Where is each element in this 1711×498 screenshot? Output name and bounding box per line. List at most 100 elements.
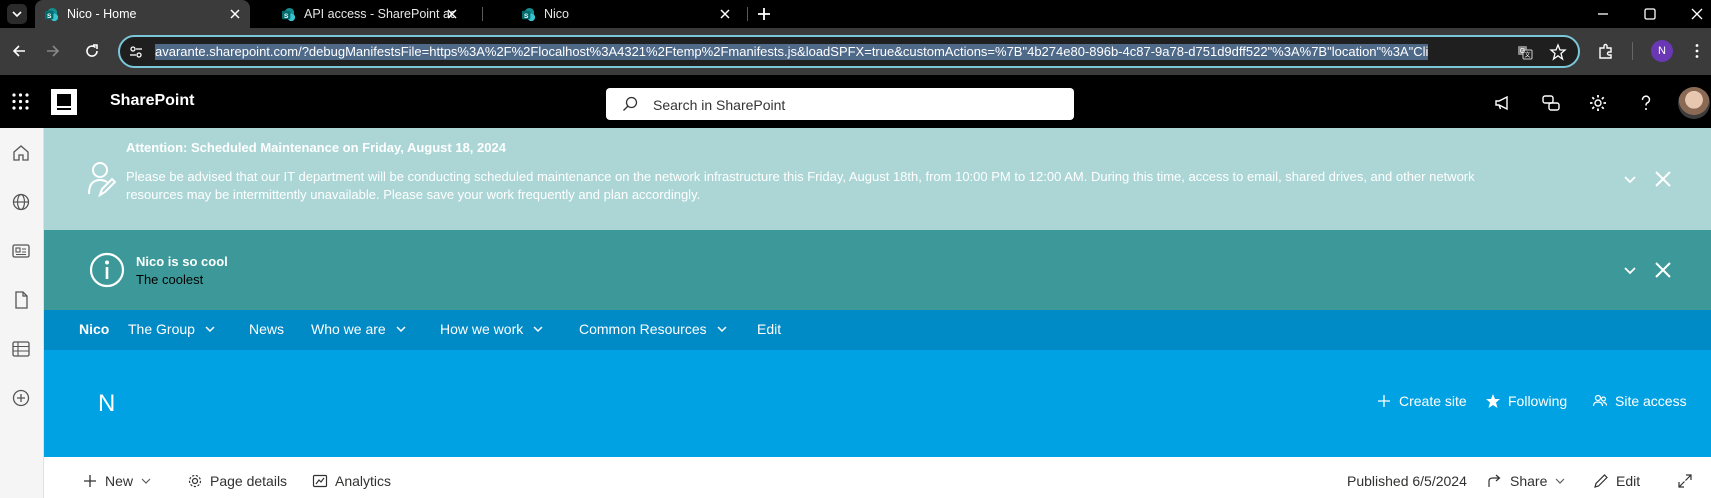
browser-tab-strip: S Nico - Home S API access - SharePoint … xyxy=(0,0,1711,28)
bookmark-star-icon[interactable] xyxy=(1549,43,1567,61)
analytics-label: Analytics xyxy=(335,473,392,489)
close-tab-icon[interactable] xyxy=(228,7,242,21)
plus-icon xyxy=(1378,395,1390,407)
tab-nico-home[interactable]: S Nico - Home xyxy=(35,0,250,28)
search-input[interactable]: Search in SharePoint xyxy=(606,88,1074,120)
address-bar[interactable]: avarante.sharepoint.com/?debugManifestsF… xyxy=(118,35,1580,68)
file-icon[interactable] xyxy=(11,290,31,310)
sharepoint-favicon-icon: S xyxy=(44,7,59,21)
svg-text:S: S xyxy=(47,12,52,19)
published-label: Published 6/5/2024 xyxy=(1347,473,1467,489)
published-status: Published 6/5/2024 xyxy=(1347,473,1467,489)
news-icon[interactable] xyxy=(11,241,31,261)
nav-item-news[interactable]: News xyxy=(249,321,284,337)
site-access-button[interactable]: Site access xyxy=(1592,393,1687,409)
nav-label: The Group xyxy=(128,321,195,337)
info-banner: Nico is so cool The coolest xyxy=(44,230,1711,310)
chevron-down-icon xyxy=(717,326,727,333)
nav-label: News xyxy=(249,321,285,337)
nav-label: Edit xyxy=(757,321,782,337)
following-label: Following xyxy=(1508,393,1568,409)
svg-text:S: S xyxy=(284,12,289,19)
people-icon xyxy=(1592,394,1608,407)
sharepoint-favicon-icon: S xyxy=(521,7,536,21)
dismiss-close-icon[interactable] xyxy=(1654,170,1672,188)
site-navigation: Nico The Group News Who we are How we wo… xyxy=(44,310,1711,350)
banner-message-line-2: resources may be intermittently unavaila… xyxy=(126,187,701,202)
conversations-icon[interactable] xyxy=(1541,93,1561,113)
site-title-link[interactable]: Nico xyxy=(79,321,109,337)
translate-icon[interactable]: G文 xyxy=(1516,43,1534,61)
tab-nico[interactable]: S Nico xyxy=(512,0,740,28)
close-tab-icon[interactable] xyxy=(718,7,732,21)
site-logo[interactable]: N xyxy=(98,390,115,418)
close-tab-icon[interactable] xyxy=(445,7,459,21)
nav-item-common-resources[interactable]: Common Resources xyxy=(579,321,728,337)
nav-item-who-we-are[interactable]: Who we are xyxy=(311,321,407,337)
sharepoint-logo-icon[interactable] xyxy=(51,89,77,115)
person-edit-icon xyxy=(88,162,116,198)
tab-title: Nico xyxy=(544,7,570,21)
chevron-down-icon xyxy=(141,478,151,484)
forward-arrow-icon[interactable] xyxy=(44,42,62,60)
megaphone-icon[interactable] xyxy=(1493,93,1513,113)
chevron-down-icon xyxy=(396,326,406,333)
svg-text:文: 文 xyxy=(1524,51,1530,59)
share-label: Share xyxy=(1510,473,1548,489)
banner-title: Attention: Scheduled Maintenance on Frid… xyxy=(126,140,506,155)
lists-icon[interactable] xyxy=(11,339,31,359)
app-name[interactable]: SharePoint xyxy=(110,92,194,110)
maximize-icon[interactable] xyxy=(1641,5,1659,23)
banner-message: The coolest xyxy=(136,272,204,287)
tab-separator xyxy=(482,7,483,21)
maintenance-banner: Attention: Scheduled Maintenance on Frid… xyxy=(44,128,1711,230)
share-icon xyxy=(1488,474,1501,487)
following-button[interactable]: Following xyxy=(1485,393,1567,409)
expand-chevron-icon[interactable] xyxy=(1622,262,1638,278)
reload-icon[interactable] xyxy=(83,42,101,60)
share-button[interactable]: Share xyxy=(1487,473,1565,489)
sharepoint-favicon-icon: S xyxy=(281,7,296,21)
nav-label: Nico xyxy=(79,321,110,337)
minimize-icon[interactable] xyxy=(1594,5,1612,23)
profile-avatar[interactable]: N xyxy=(1651,40,1673,62)
site-header: N Create site Following Site access xyxy=(44,350,1711,457)
chevron-down-icon xyxy=(533,326,543,333)
expand-chevron-icon[interactable] xyxy=(1622,171,1638,187)
chevron-down-icon xyxy=(12,11,22,18)
extensions-icon[interactable] xyxy=(1597,42,1615,60)
close-window-icon[interactable] xyxy=(1688,5,1706,23)
tab-title: API access - SharePoint admin c xyxy=(304,7,454,21)
edit-page-button[interactable]: Edit xyxy=(1593,473,1640,489)
expand-fullscreen-icon[interactable] xyxy=(1677,473,1693,489)
nav-label: Common Resources xyxy=(579,321,707,337)
new-button[interactable]: New xyxy=(82,473,151,489)
toolbar-separator xyxy=(1632,42,1633,60)
nav-item-how-we-work[interactable]: How we work xyxy=(440,321,544,337)
dismiss-close-icon[interactable] xyxy=(1654,261,1672,279)
nav-item-the-group[interactable]: The Group xyxy=(128,321,216,337)
settings-gear-icon[interactable] xyxy=(1588,93,1608,113)
nav-label: Who we are xyxy=(311,321,386,337)
url-value: avarante.sharepoint.com/?debugManifestsF… xyxy=(155,44,1429,60)
create-site-button[interactable]: Create site xyxy=(1376,393,1467,409)
app-launcher-icon[interactable] xyxy=(11,92,30,111)
home-icon[interactable] xyxy=(11,143,31,163)
globe-icon[interactable] xyxy=(11,192,31,212)
page-details-button[interactable]: Page details xyxy=(187,473,287,489)
url-text[interactable]: avarante.sharepoint.com/?debugManifestsF… xyxy=(155,44,1505,61)
tab-search-button[interactable] xyxy=(7,4,27,24)
user-avatar[interactable] xyxy=(1678,87,1710,119)
more-menu-icon[interactable] xyxy=(1688,42,1706,60)
nav-edit-link[interactable]: Edit xyxy=(757,321,781,337)
tab-api-access[interactable]: S API access - SharePoint admin c xyxy=(272,0,467,28)
page-command-bar: New Page details Analytics Published 6/5… xyxy=(44,457,1711,498)
site-info-icon[interactable] xyxy=(128,44,144,60)
analytics-button[interactable]: Analytics xyxy=(312,473,391,489)
back-arrow-icon[interactable] xyxy=(10,42,28,60)
banner-message-line-1: Please be advised that our IT department… xyxy=(126,169,1475,184)
create-plus-icon[interactable] xyxy=(11,388,31,408)
star-filled-icon xyxy=(1486,394,1500,408)
new-tab-icon[interactable] xyxy=(755,5,773,23)
help-icon[interactable] xyxy=(1636,93,1656,113)
